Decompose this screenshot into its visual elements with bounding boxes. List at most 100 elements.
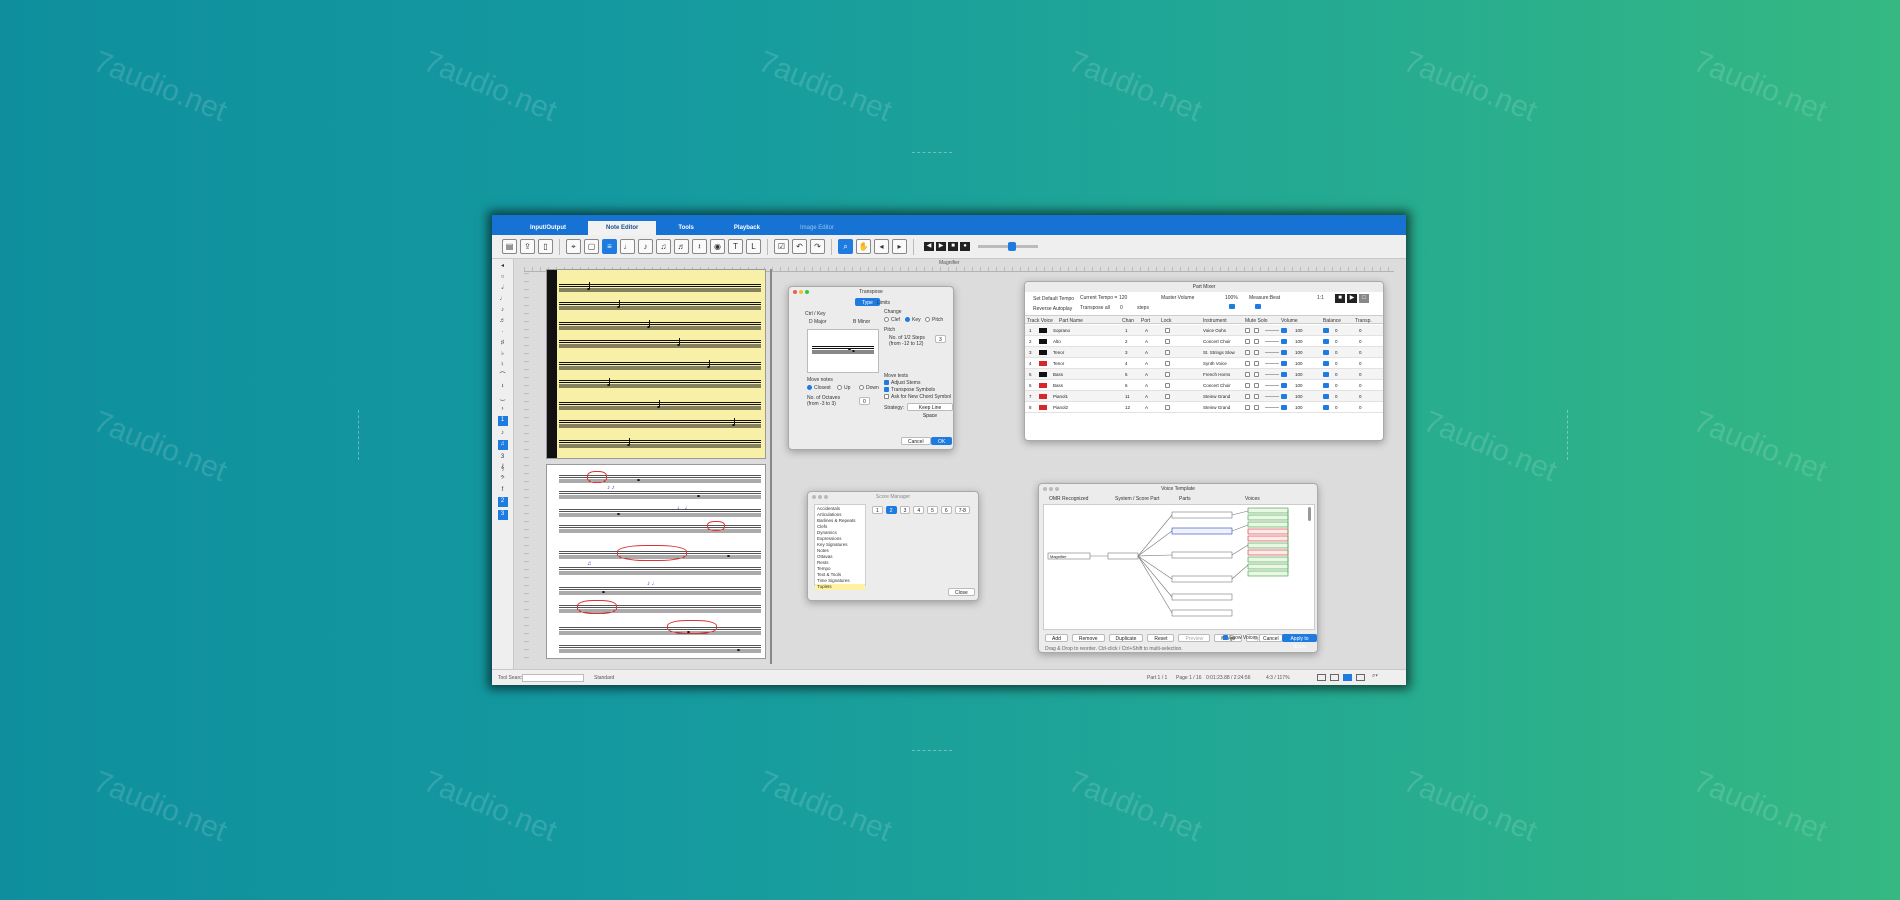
balance-knob[interactable] (1323, 328, 1329, 333)
balance-knob[interactable] (1323, 405, 1329, 410)
volume-knob[interactable] (1281, 350, 1287, 355)
cancel-button[interactable]: Cancel (1259, 634, 1283, 642)
hand-icon[interactable]: ✋ (856, 239, 871, 254)
palette-sharp-icon[interactable]: ♯ (499, 339, 507, 347)
set-tempo-button[interactable]: Set Default Tempo (1033, 296, 1074, 302)
volume-knob[interactable] (1281, 383, 1287, 388)
transp-value[interactable]: 0 (1359, 328, 1362, 333)
page-tab[interactable]: 2 (885, 506, 897, 514)
channel[interactable]: 3 (1125, 350, 1128, 355)
solo-checkbox[interactable] (1254, 328, 1259, 333)
zoom-icon[interactable]: ⌕ (838, 239, 853, 254)
zoom-menu-icon[interactable]: ⌕▾ (1372, 673, 1378, 680)
page-tab[interactable]: 4 (913, 506, 925, 514)
track-color[interactable] (1039, 350, 1047, 355)
tempo-value[interactable]: 120 (1119, 295, 1127, 301)
volume-knob[interactable] (1281, 394, 1287, 399)
instrument[interactable]: Steinw Grand (1203, 405, 1230, 410)
port[interactable]: A (1145, 405, 1148, 410)
port[interactable]: A (1145, 383, 1148, 388)
solo-checkbox[interactable] (1254, 383, 1259, 388)
balance-knob[interactable] (1323, 372, 1329, 377)
part-name[interactable]: Pianol1 (1053, 394, 1068, 399)
add-button[interactable]: Add (1045, 634, 1068, 642)
steps-input[interactable]: 3 (935, 335, 946, 343)
down-radio[interactable] (859, 385, 864, 390)
ask-symbol-checkbox[interactable] (884, 394, 889, 399)
palette-tuplet-icon[interactable]: 3 (499, 453, 507, 461)
volume-knob[interactable] (1281, 405, 1287, 410)
zoom-icon[interactable] (824, 495, 828, 499)
palette-beam-icon[interactable]: ♫ (497, 440, 508, 450)
channel[interactable]: 1 (1125, 328, 1128, 333)
palette-natural-icon[interactable]: ♮ (499, 361, 507, 369)
palette-whole-note-icon[interactable]: ○ (499, 273, 507, 281)
port[interactable]: A (1145, 339, 1148, 344)
staff-icon[interactable]: ≡ (602, 239, 617, 254)
tool-search-input[interactable] (522, 674, 584, 682)
lock-checkbox[interactable] (1165, 361, 1170, 366)
play-icon[interactable]: ▶ (936, 242, 946, 251)
balance-knob[interactable] (1323, 350, 1329, 355)
zoom-icon[interactable] (805, 290, 809, 294)
volume-knob[interactable] (1281, 328, 1287, 333)
instrument[interactable]: French Horns (1203, 372, 1230, 377)
undo-icon[interactable]: ↶ (792, 239, 807, 254)
transp-value[interactable]: 0 (1359, 394, 1362, 399)
port[interactable]: A (1145, 350, 1148, 355)
key-radio[interactable] (905, 317, 910, 322)
part-name[interactable]: Soprano (1053, 328, 1070, 333)
close-icon[interactable] (812, 495, 816, 499)
beamed-note-icon[interactable]: ♫ (656, 239, 671, 254)
tab-playback[interactable]: Playback (716, 221, 778, 235)
track-color[interactable] (1039, 394, 1047, 399)
palette-accent-icon[interactable]: › (499, 405, 507, 413)
instrument[interactable]: Concert Choir (1203, 383, 1231, 388)
mute-checkbox[interactable] (1245, 394, 1250, 399)
lock-checkbox[interactable] (1165, 372, 1170, 377)
balance-knob[interactable] (1323, 383, 1329, 388)
palette-sixteenth-note-icon[interactable]: ♬ (499, 317, 507, 325)
rewind-icon[interactable]: ◀ (924, 242, 934, 251)
redo-icon[interactable]: ↷ (810, 239, 825, 254)
channel[interactable]: 12 (1125, 405, 1130, 410)
mute-checkbox[interactable] (1245, 372, 1250, 377)
apply-to-score-button[interactable]: Apply to Score (1282, 634, 1317, 650)
stop-icon[interactable]: ■ (948, 242, 958, 251)
lock-checkbox[interactable] (1165, 383, 1170, 388)
cancel-button[interactable]: Cancel (901, 437, 931, 445)
port[interactable]: A (1145, 328, 1148, 333)
duplicate-button[interactable]: Duplicate (1108, 634, 1144, 642)
pane-divider[interactable] (770, 269, 772, 664)
solo-checkbox[interactable] (1254, 361, 1259, 366)
mixer-row[interactable]: 2 Alto 2 A Concert Choir 100 0 0 (1025, 336, 1383, 347)
part-name[interactable]: Bass (1053, 383, 1063, 388)
volume-knob[interactable] (1281, 372, 1287, 377)
mixer-row[interactable]: 1 Soprano 1 A Voice Oohs 100 0 0 (1025, 325, 1383, 336)
transp-value[interactable]: 0 (1359, 361, 1362, 366)
transp-value[interactable]: 0 (1359, 372, 1362, 377)
track-color[interactable] (1039, 372, 1047, 377)
octaves-input[interactable]: 0 (859, 397, 870, 405)
channel[interactable]: 5 (1125, 372, 1128, 377)
palette-clef-icon[interactable]: 𝄞 (499, 464, 507, 472)
scanned-score-page[interactable] (546, 269, 766, 459)
volume-slider[interactable] (1265, 330, 1279, 331)
part-name[interactable]: Tenor (1053, 350, 1064, 355)
palette-eighth-note-icon[interactable]: ♪ (499, 306, 507, 314)
transp-value[interactable]: 0 (1359, 383, 1362, 388)
voice-tree-canvas[interactable]: Magnifier (1043, 504, 1315, 630)
volume-slider[interactable] (1265, 352, 1279, 353)
palette-half-note-icon[interactable]: 𝅗𝅥 (499, 284, 507, 292)
palette-slur-icon[interactable]: ‿ (499, 394, 507, 402)
mixer-stop-icon[interactable]: ■ (1335, 294, 1345, 303)
transp-value[interactable]: 0 (1359, 350, 1362, 355)
mute-checkbox[interactable] (1245, 383, 1250, 388)
volume-knob[interactable] (1281, 361, 1287, 366)
solo-checkbox[interactable] (1254, 350, 1259, 355)
mixer-row[interactable]: 3 Tenor 3 A St. Strings Slow 100 0 0 (1025, 347, 1383, 358)
port[interactable]: A (1145, 372, 1148, 377)
page-forward-icon[interactable]: ▸ (892, 239, 907, 254)
page-tab[interactable]: 5 (927, 506, 938, 514)
balance-knob[interactable] (1323, 339, 1329, 344)
